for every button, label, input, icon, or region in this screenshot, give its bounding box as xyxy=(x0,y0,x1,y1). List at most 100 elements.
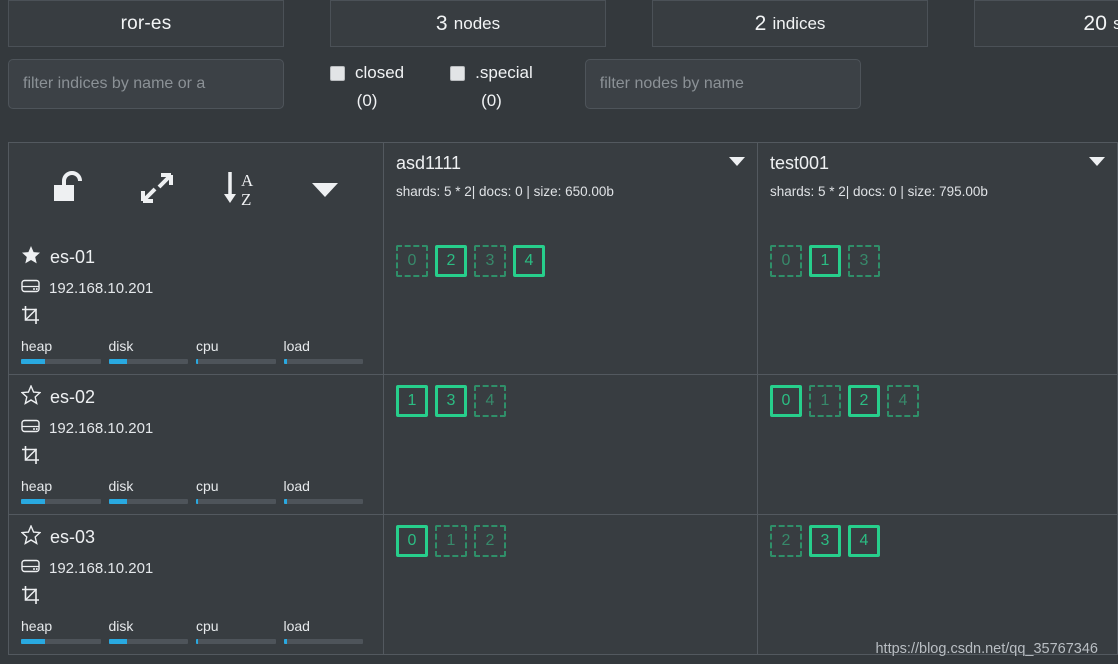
unlock-icon[interactable] xyxy=(50,171,92,207)
star-outline-icon[interactable] xyxy=(20,384,42,410)
shard-box[interactable]: 0 xyxy=(396,525,428,557)
shard-box[interactable]: 4 xyxy=(848,525,880,557)
closed-count: (0) xyxy=(356,91,378,110)
shard-box[interactable]: 1 xyxy=(396,385,428,417)
node-ip: 192.168.10.201 xyxy=(49,279,154,297)
metric-fill xyxy=(283,499,287,504)
metric-label: load xyxy=(283,478,310,494)
metric-heap: heap xyxy=(21,618,109,644)
stat-value: 3 xyxy=(435,11,448,35)
index-meta: shards: 5 * 2| docs: 0 | size: 795.00b xyxy=(770,184,988,199)
special-checkbox[interactable] xyxy=(450,65,466,81)
metric-bar xyxy=(21,359,101,364)
metric-fill xyxy=(108,639,127,644)
metric-disk: disk xyxy=(108,338,197,364)
shard-list: 012 xyxy=(396,525,745,557)
node-ip-line: 192.168.10.201 xyxy=(21,557,371,579)
metric-label: disk xyxy=(108,478,134,494)
shard-box[interactable]: 0 xyxy=(770,385,802,417)
node-role-badges xyxy=(21,305,371,328)
sort-alpha-asc-icon[interactable]: A Z xyxy=(221,169,263,209)
table-row: es-01 192.168.10.201 heap disk cpu load 0 2 3 4 0 1… xyxy=(9,235,1117,374)
metric-fill xyxy=(21,359,45,364)
stat-card-indices[interactable]: 2 indices xyxy=(652,0,928,47)
table-toolbar: A Z xyxy=(9,143,384,235)
shard-list: 134 xyxy=(396,385,745,417)
metric-label: heap xyxy=(21,618,53,634)
index-menu-caret-icon[interactable] xyxy=(1089,157,1105,166)
shard-box[interactable]: 2 xyxy=(770,525,802,557)
stat-card-shards[interactable]: 20 sha xyxy=(974,0,1118,47)
node-cell: es-01 192.168.10.201 heap disk cpu load xyxy=(9,235,384,374)
chevron-down-icon[interactable] xyxy=(308,178,342,200)
index-meta: shards: 5 * 2| docs: 0 | size: 650.00b xyxy=(396,184,614,199)
shard-box[interactable]: 2 xyxy=(848,385,880,417)
metric-heap: heap xyxy=(21,338,109,364)
stat-card-cluster-name[interactable]: ror-es xyxy=(8,0,284,47)
stat-card-nodes[interactable]: 3 nodes xyxy=(330,0,606,47)
node-name: es-02 xyxy=(50,387,96,407)
expand-arrows-icon[interactable] xyxy=(137,171,175,207)
cluster-table: A Z asd1111 shards: 5 * 2| docs: 0 | siz… xyxy=(8,142,1118,655)
shard-cell: 0234 xyxy=(384,235,758,374)
metric-fill xyxy=(108,359,127,364)
metric-load: load xyxy=(283,618,372,644)
shard-box[interactable]: 3 xyxy=(435,385,467,417)
shard-list: 0124 xyxy=(770,385,1105,417)
metric-label: cpu xyxy=(196,338,219,354)
metric-label: heap xyxy=(21,478,53,494)
metric-bar xyxy=(108,499,188,504)
special-label: .special xyxy=(475,63,533,82)
metric-label: load xyxy=(283,338,310,354)
shard-list: 234 xyxy=(770,525,1105,557)
node-ip-line: 192.168.10.201 xyxy=(21,277,371,299)
table-row: es-03 192.168.10.201 heap disk cpu load 0 1 2 2 3 4 xyxy=(9,514,1117,654)
shard-box[interactable]: 0 xyxy=(396,245,428,277)
shard-box[interactable]: 3 xyxy=(848,245,880,277)
metric-fill xyxy=(108,499,127,504)
data-node-icon xyxy=(21,585,41,610)
shard-box[interactable]: 3 xyxy=(809,525,841,557)
metric-fill xyxy=(283,359,287,364)
star-outline-icon[interactable] xyxy=(20,524,42,550)
node-cell: es-03 192.168.10.201 heap disk cpu load xyxy=(9,515,384,654)
shard-box[interactable]: 2 xyxy=(474,525,506,557)
index-name: asd1111 xyxy=(396,153,462,173)
node-ip-line: 192.168.10.201 xyxy=(21,417,371,439)
metric-bar xyxy=(108,359,188,364)
node-name-line: es-01 xyxy=(21,245,371,270)
shard-box[interactable]: 3 xyxy=(474,245,506,277)
shard-box[interactable]: 2 xyxy=(435,245,467,277)
filter-indices-input[interactable] xyxy=(8,59,284,109)
metric-label: cpu xyxy=(196,618,219,634)
node-ip: 192.168.10.201 xyxy=(49,559,154,577)
shard-box[interactable]: 4 xyxy=(513,245,545,277)
metric-fill xyxy=(283,639,287,644)
metric-bar xyxy=(21,499,101,504)
node-name-line: es-02 xyxy=(20,384,371,410)
shard-box[interactable]: 0 xyxy=(770,245,802,277)
metric-load: load xyxy=(283,478,372,504)
shard-box[interactable]: 4 xyxy=(887,385,919,417)
node-role-badges xyxy=(21,445,371,468)
shard-box[interactable]: 1 xyxy=(809,245,841,277)
index-menu-caret-icon[interactable] xyxy=(729,157,745,166)
shard-box[interactable]: 1 xyxy=(809,385,841,417)
shard-box[interactable]: 1 xyxy=(435,525,467,557)
filter-nodes-input[interactable] xyxy=(584,59,861,109)
node-name: es-03 xyxy=(50,527,96,547)
star-filled-icon[interactable] xyxy=(21,245,41,270)
metric-bar xyxy=(283,359,363,364)
stat-unit: indices xyxy=(772,13,826,33)
shard-box[interactable]: 4 xyxy=(474,385,506,417)
index-header-test001: test001 shards: 5 * 2| docs: 0 | size: 7… xyxy=(758,143,1117,235)
metric-cpu: cpu xyxy=(196,618,284,644)
metric-bar xyxy=(108,639,188,644)
node-metrics: heap disk cpu load xyxy=(21,338,371,364)
node-name: es-01 xyxy=(50,247,96,267)
metric-disk: disk xyxy=(108,478,197,504)
metric-bar xyxy=(196,359,276,364)
closed-checkbox[interactable] xyxy=(330,65,345,81)
stat-value: 20 xyxy=(1083,11,1108,35)
index-name: test001 xyxy=(770,153,830,173)
